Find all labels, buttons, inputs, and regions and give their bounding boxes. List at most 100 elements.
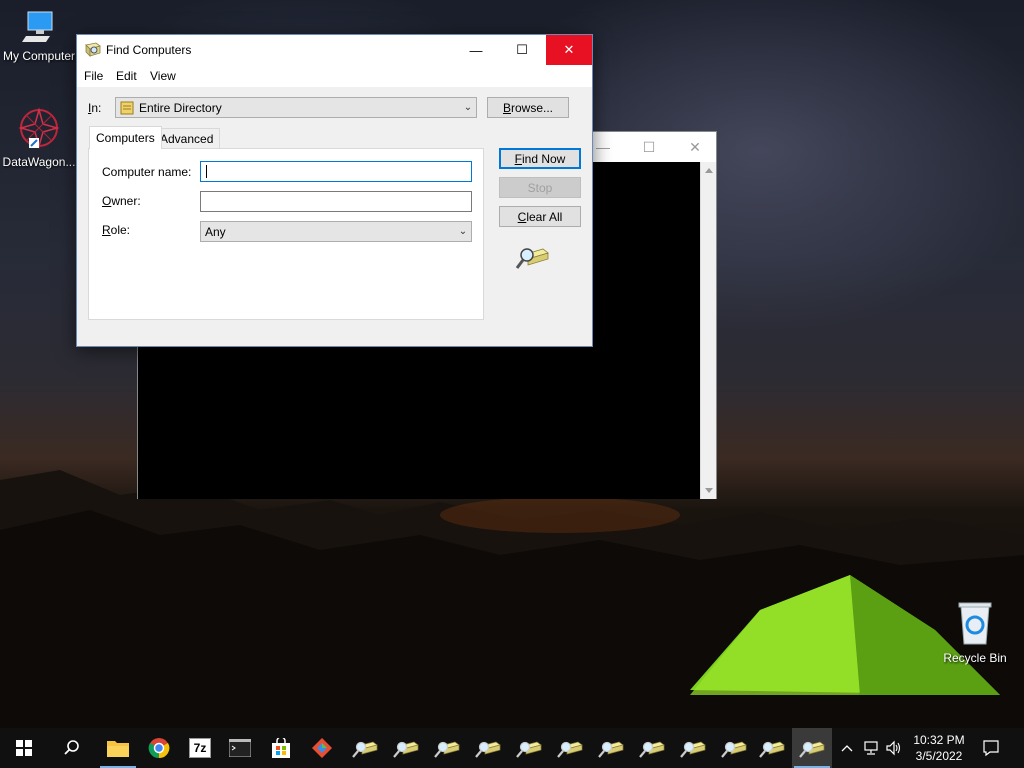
- tray-overflow-button[interactable]: [837, 738, 857, 758]
- taskbar-find-computers[interactable]: [632, 728, 672, 768]
- close-icon: ✕: [563, 42, 575, 57]
- taskbar-find-computers[interactable]: [550, 728, 590, 768]
- menu-bar: File Edit View: [77, 65, 592, 87]
- desktop-icon-recycle-bin[interactable]: Recycle Bin: [936, 600, 1014, 665]
- git-icon: [312, 738, 332, 758]
- find-computers-icon: [393, 741, 419, 758]
- role-select[interactable]: Any ⌄: [200, 221, 472, 242]
- store-icon: [272, 738, 290, 758]
- taskbar-7zip[interactable]: 7z: [180, 728, 220, 768]
- find-computers-icon: [598, 741, 624, 758]
- dialog-title-bar[interactable]: Find Computers — ☐ ✕: [77, 35, 592, 65]
- scroll-up-icon[interactable]: [705, 168, 713, 173]
- taskbar-search-button[interactable]: [52, 728, 92, 768]
- datawagon-icon: [18, 107, 60, 149]
- console-close-button[interactable]: ✕: [672, 132, 718, 162]
- taskbar-find-computers-active[interactable]: [792, 728, 832, 768]
- clear-all-label: Clear All: [517, 209, 563, 224]
- 7zip-icon: 7z: [189, 738, 211, 758]
- find-computers-icon: [352, 741, 378, 758]
- directory-icon: [120, 101, 134, 114]
- chevron-down-icon: ⌄: [458, 226, 468, 237]
- stop-label: Stop: [527, 180, 553, 195]
- menu-file[interactable]: File: [84, 69, 103, 83]
- search-icon: [64, 740, 79, 755]
- find-computers-icon: [516, 741, 542, 758]
- in-location-value: Entire Directory: [139, 100, 222, 115]
- scroll-down-icon[interactable]: [705, 488, 713, 493]
- computer-name-input[interactable]: [200, 161, 472, 182]
- find-computers-icon: [557, 741, 583, 758]
- taskbar: 7z 10:32 PM 3/5/2022: [0, 728, 1024, 768]
- menu-edit[interactable]: Edit: [116, 69, 137, 83]
- in-location-select[interactable]: Entire Directory ⌄: [115, 97, 477, 118]
- taskbar-find-computers[interactable]: [468, 728, 508, 768]
- computers-tab-panel: Computer name: Owner: Role: Any ⌄: [88, 148, 484, 320]
- network-icon: [864, 741, 878, 755]
- taskbar-chrome[interactable]: [139, 728, 179, 768]
- search-animation-icon: [515, 248, 549, 269]
- clear-all-button[interactable]: Clear All: [499, 206, 581, 227]
- tray-volume-button[interactable]: [884, 738, 904, 758]
- tab-label: Advanced: [160, 132, 214, 146]
- tab-label: Computers: [96, 131, 155, 145]
- close-icon: ✕: [689, 138, 701, 155]
- minimize-icon: —: [596, 139, 610, 155]
- browse-button[interactable]: Browse...: [487, 97, 569, 118]
- tab-computers[interactable]: Computers: [89, 126, 162, 149]
- find-computers-icon: [799, 741, 825, 758]
- desktop-icon-label: Recycle Bin: [943, 651, 1007, 665]
- find-computers-icon: [639, 741, 665, 758]
- recycle-bin-icon: [958, 602, 992, 645]
- desktop-icon-my-computer[interactable]: My Computer: [0, 10, 78, 63]
- taskbar-find-computers[interactable]: [386, 728, 426, 768]
- taskbar-find-computers[interactable]: [427, 728, 467, 768]
- tray-network-button[interactable]: [861, 738, 881, 758]
- tab-advanced[interactable]: Advanced: [153, 128, 221, 149]
- taskbar-store[interactable]: [261, 728, 301, 768]
- find-computers-icon: [85, 42, 101, 57]
- start-button[interactable]: [4, 728, 44, 768]
- desktop-icon-datawagon[interactable]: DataWagon...: [0, 106, 78, 169]
- computer-name-label: Computer name:: [102, 165, 192, 179]
- desktop-icon-label: My Computer: [2, 49, 76, 63]
- maximize-icon: ☐: [642, 138, 656, 155]
- computer-icon: [22, 11, 53, 42]
- start-icon: [16, 740, 32, 756]
- owner-input[interactable]: [200, 191, 472, 212]
- taskbar-file-explorer[interactable]: [98, 728, 138, 768]
- notification-icon: [983, 740, 999, 757]
- chevron-down-icon: ⌄: [463, 102, 473, 113]
- dialog-close-button[interactable]: ✕: [546, 35, 592, 65]
- taskbar-clock[interactable]: 10:32 PM 3/5/2022: [908, 732, 970, 764]
- taskbar-terminal[interactable]: [220, 728, 260, 768]
- find-computers-icon: [759, 741, 785, 758]
- taskbar-find-computers[interactable]: [591, 728, 631, 768]
- dialog-maximize-button[interactable]: ☐: [499, 35, 545, 65]
- stop-button[interactable]: Stop: [499, 177, 581, 198]
- console-maximize-button[interactable]: ☐: [626, 132, 672, 162]
- find-now-button[interactable]: Find Now: [499, 148, 581, 169]
- maximize-icon: ☐: [516, 42, 528, 57]
- find-computers-icon: [721, 741, 747, 758]
- find-computers-dialog[interactable]: Find Computers — ☐ ✕ File Edit View In: …: [76, 34, 593, 347]
- dialog-title: Find Computers: [106, 43, 192, 57]
- minimize-icon: —: [469, 42, 483, 58]
- taskbar-find-computers[interactable]: [509, 728, 549, 768]
- taskbar-find-computers[interactable]: [673, 728, 713, 768]
- chevron-up-icon: [841, 745, 853, 752]
- taskbar-find-computers[interactable]: [714, 728, 754, 768]
- console-scrollbar[interactable]: [700, 162, 716, 499]
- chrome-icon: [148, 738, 170, 759]
- menu-view[interactable]: View: [150, 69, 176, 83]
- action-center-button[interactable]: [981, 738, 1001, 758]
- taskbar-find-computers[interactable]: [345, 728, 385, 768]
- browse-button-label: Browse...: [502, 100, 554, 115]
- find-computers-icon: [475, 741, 501, 758]
- taskbar-git[interactable]: [302, 728, 342, 768]
- find-computers-icon: [434, 741, 460, 758]
- dialog-minimize-button[interactable]: —: [453, 35, 499, 65]
- in-label: In:: [88, 101, 102, 115]
- taskbar-find-computers[interactable]: [752, 728, 792, 768]
- clock-time: 10:32 PM: [913, 733, 965, 747]
